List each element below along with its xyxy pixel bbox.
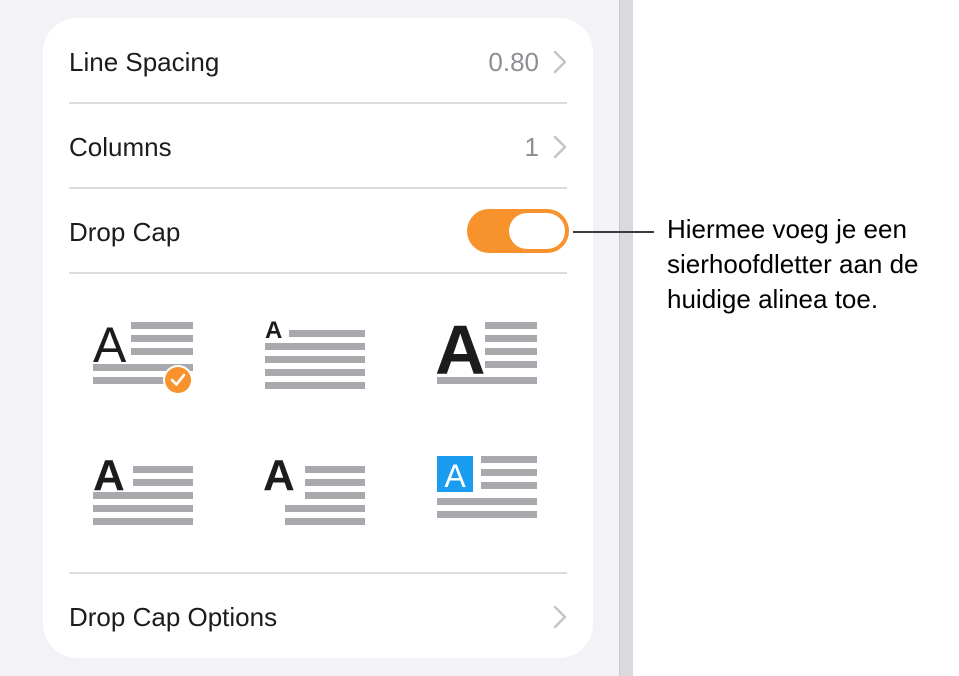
separator [69,187,567,189]
drop-cap-style-4[interactable]: A [91,448,211,544]
drop-cap-toggle[interactable] [467,209,569,253]
drop-cap-style-5[interactable]: A [263,448,383,544]
side-panel-edge [619,0,633,676]
chevron-right-icon [553,605,567,629]
drop-cap-style-1-preview: A [93,317,193,395]
callout-text: Hiermee voeg je een sierhoofdletter aan … [667,214,919,314]
drop-cap-style-5-preview: A [263,451,365,525]
drop-cap-options-row[interactable]: Drop Cap Options [69,575,567,659]
drop-cap-style-6-preview: A [437,456,537,518]
drop-cap-style-4-preview: A [93,451,193,525]
columns-row[interactable]: Columns 1 [69,105,567,189]
drop-cap-style-3[interactable]: A [435,314,555,410]
toggle-knob [509,213,565,249]
line-spacing-value: 0.80 [488,46,539,77]
chevron-right-icon [553,135,567,159]
separator [69,102,567,104]
separator [69,272,567,274]
drop-cap-glyph: A [265,317,282,344]
drop-cap-style-6[interactable]: A [435,448,555,544]
separator [69,572,567,574]
drop-cap-options-label: Drop Cap Options [69,601,278,632]
line-spacing-label: Line Spacing [69,46,220,77]
drop-cap-style-2-preview: A [265,317,365,389]
checkmark-icon [163,365,193,395]
drop-cap-style-1[interactable]: A [91,314,211,410]
format-panel: Line Spacing 0.80 Columns 1 Drop Cap A A… [43,18,593,658]
drop-cap-style-2[interactable]: A [263,314,383,410]
callout-line [573,231,654,233]
drop-cap-style-3-preview: A [435,314,537,389]
columns-label: Columns [69,131,172,162]
chevron-right-icon [553,50,567,74]
drop-cap-glyph: A [444,458,466,494]
drop-cap-glyph: A [263,451,295,500]
settings-screen: Line Spacing 0.80 Columns 1 Drop Cap A A… [0,0,633,676]
columns-value: 1 [524,131,539,162]
line-spacing-row[interactable]: Line Spacing 0.80 [69,20,567,104]
